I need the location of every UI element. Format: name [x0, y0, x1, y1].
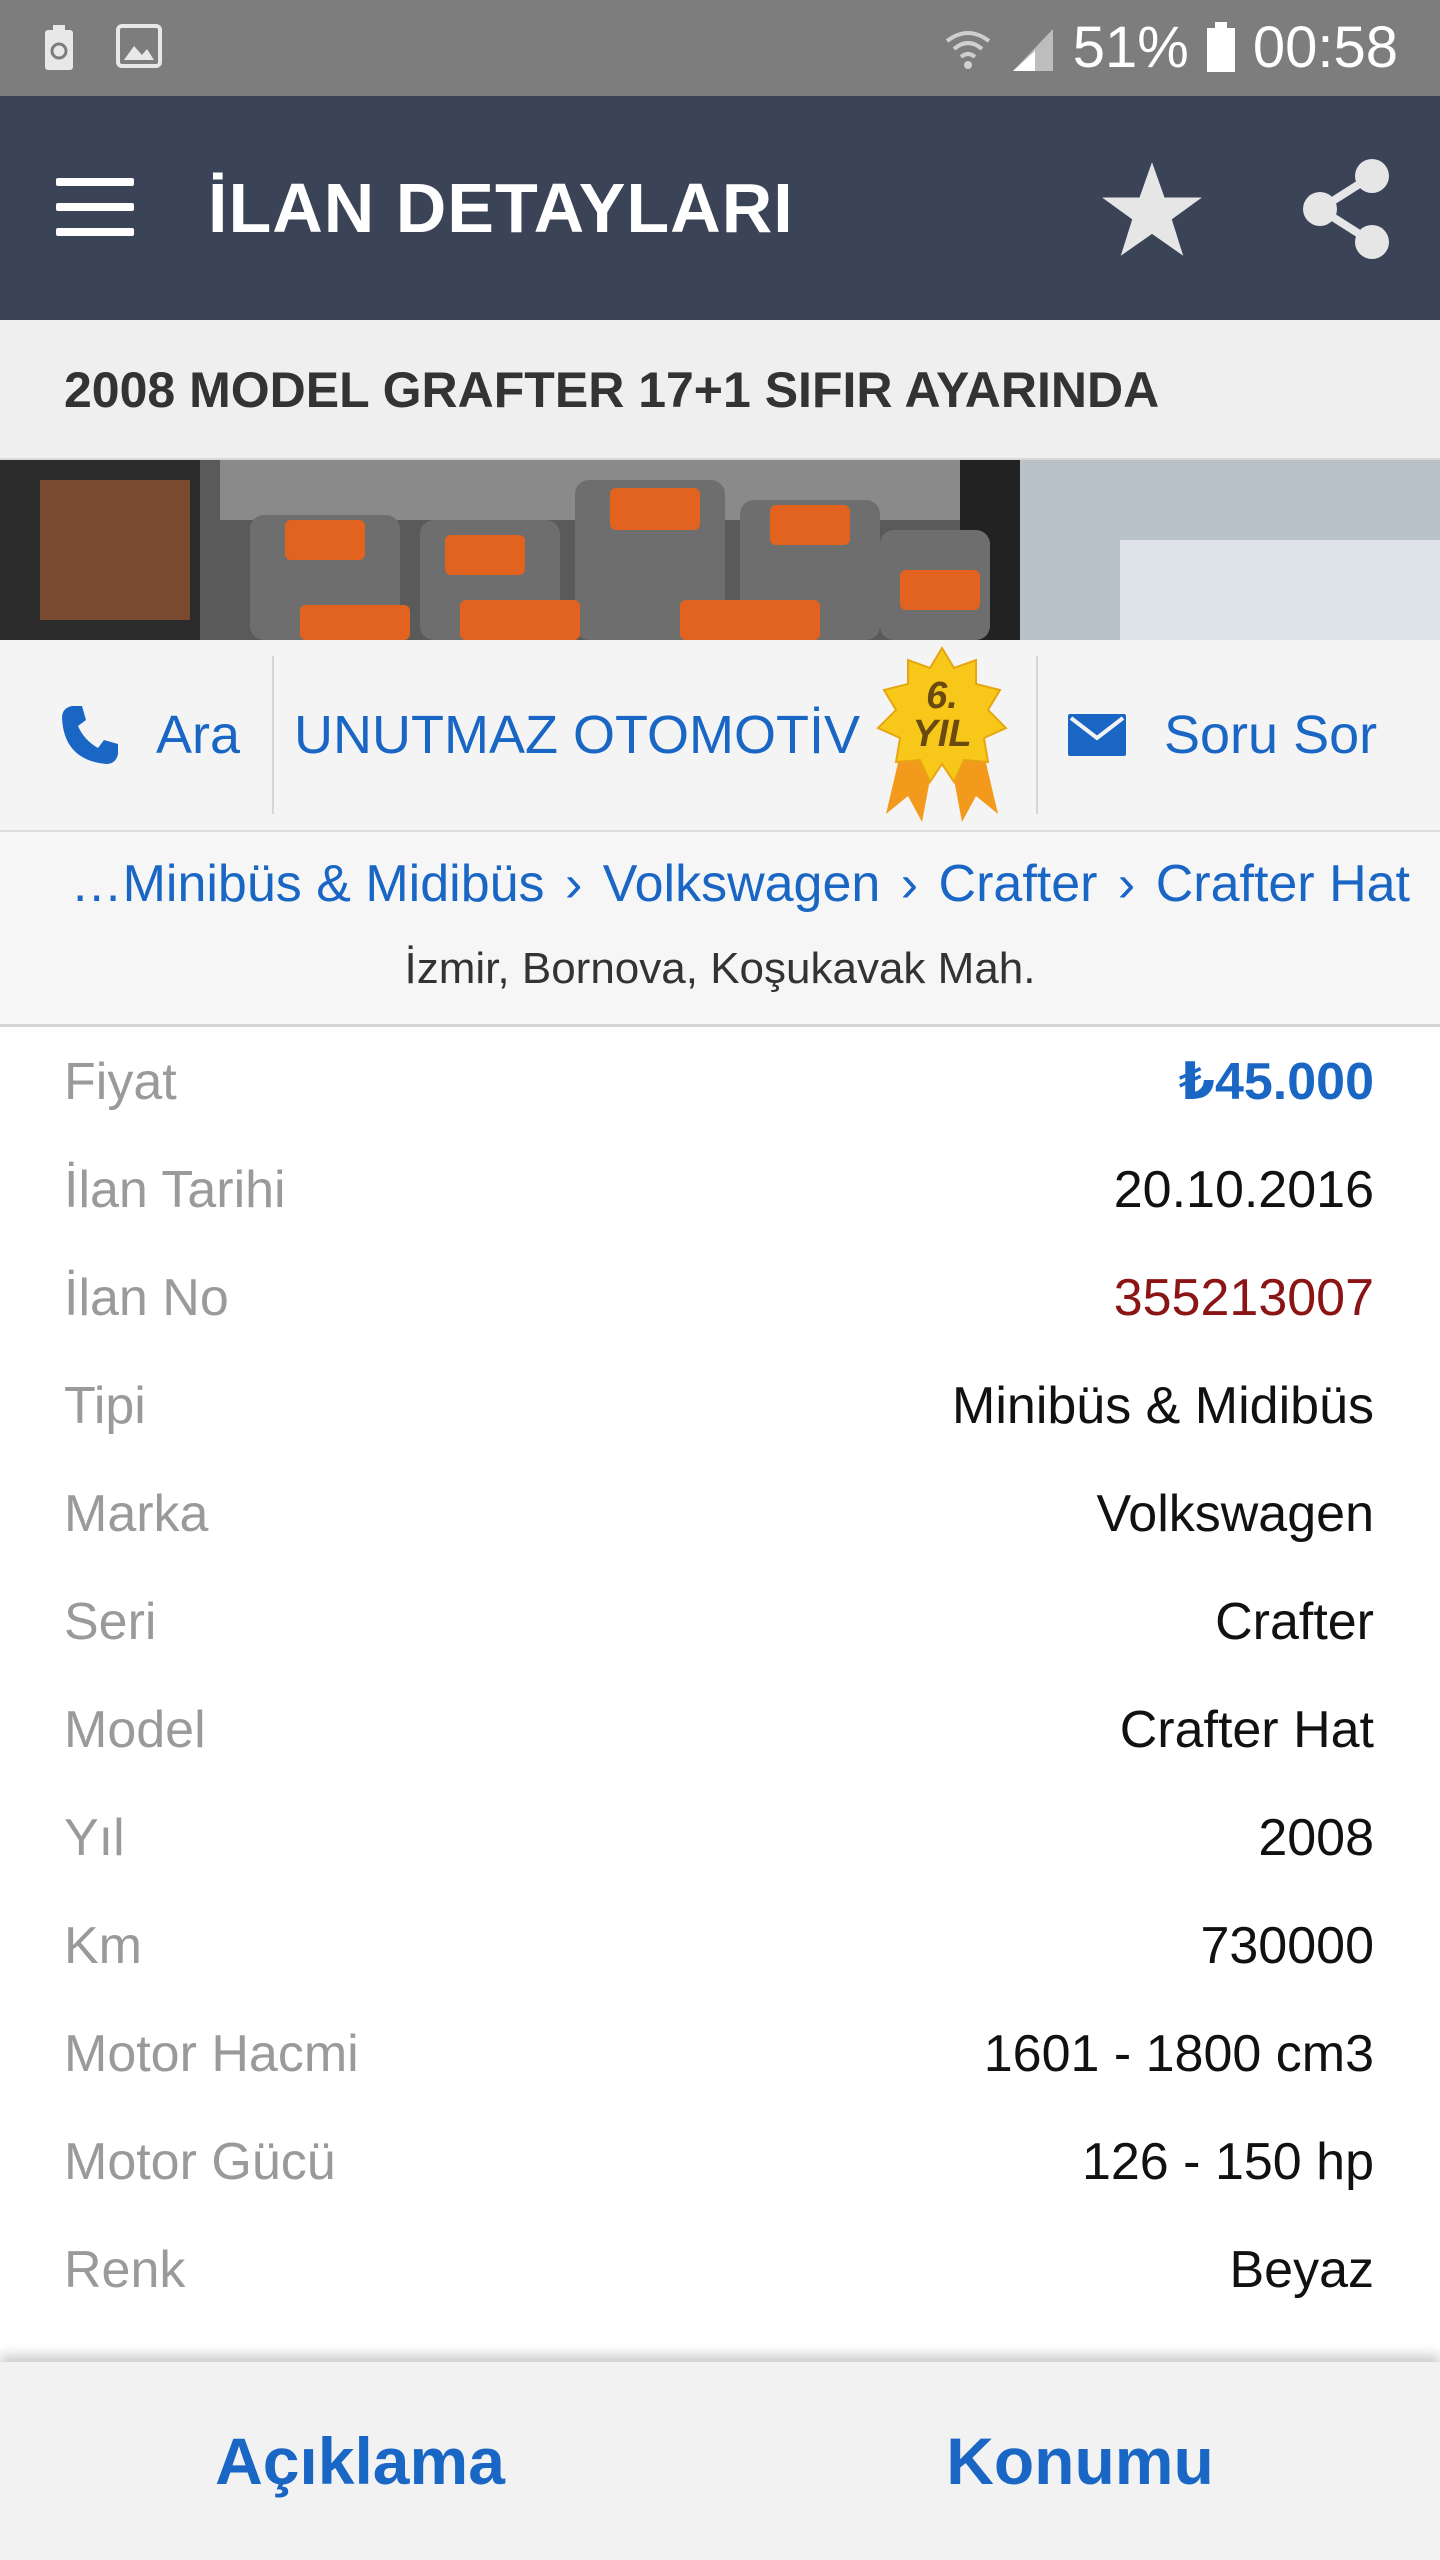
breadcrumb-separator: › — [565, 855, 583, 913]
detail-row-brand: Marka Volkswagen — [0, 1462, 1440, 1570]
detail-row-engine-power: Motor Gücü 126 - 150 hp — [0, 2110, 1440, 2218]
location-text: İzmir, Bornova, Koşukavak Mah. — [404, 944, 1036, 993]
breadcrumb-area: …Minibüs & Midibüs › Volkswagen › Crafte… — [0, 832, 1440, 1027]
description-tab[interactable]: Açıklama — [0, 2362, 720, 2560]
detail-value: Crafter Hat — [1119, 1701, 1374, 1759]
share-icon[interactable] — [1296, 156, 1394, 262]
detail-value: 2008 — [1258, 1809, 1374, 1867]
ask-question-button[interactable]: Soru Sor — [1068, 640, 1377, 830]
call-label: Ara — [156, 705, 241, 765]
phone-icon — [62, 706, 118, 764]
detail-label: Tipi — [64, 1377, 146, 1435]
detail-label: İlan Tarihi — [64, 1161, 286, 1219]
detail-label: Marka — [64, 1485, 209, 1543]
detail-label: Fiyat — [64, 1053, 177, 1111]
battery-saver-icon — [45, 25, 73, 70]
detail-label: Motor Hacmi — [64, 2025, 359, 2083]
signal-icon — [1012, 29, 1053, 71]
detail-value: 20.10.2016 — [1113, 1161, 1374, 1219]
detail-row-km: Km 730000 — [0, 1894, 1440, 2002]
battery-percent: 51% — [1072, 15, 1189, 80]
battery-icon — [1206, 22, 1235, 72]
clock: 00:58 — [1252, 15, 1398, 80]
membership-year-badge-icon: 6. YIL — [876, 646, 1008, 822]
badge-line-1: 6. — [926, 675, 958, 717]
detail-label: İlan No — [64, 1269, 229, 1327]
detail-value: Minibüs & Midibüs — [952, 1377, 1374, 1435]
details-list: Fiyat ₺45.000 İlan Tarihi 20.10.2016 İla… — [0, 1030, 1440, 2326]
detail-row-type: Tipi Minibüs & Midibüs — [0, 1354, 1440, 1462]
detail-row-model: Model Crafter Hat — [0, 1678, 1440, 1786]
menu-icon[interactable] — [56, 178, 134, 238]
breadcrumb-item[interactable]: Volkswagen — [603, 855, 881, 913]
listing-photo[interactable] — [0, 460, 1440, 640]
detail-value: Crafter — [1215, 1593, 1374, 1651]
detail-value: Volkswagen — [1096, 1485, 1374, 1543]
star-icon[interactable] — [1100, 158, 1204, 262]
detail-label: Seri — [64, 1593, 157, 1651]
breadcrumb-item[interactable]: Crafter — [939, 855, 1098, 913]
detail-row-engine-volume: Motor Hacmi 1601 - 1800 cm3 — [0, 2002, 1440, 2110]
detail-value: 1601 - 1800 cm3 — [983, 2025, 1374, 2083]
detail-row-date: İlan Tarihi 20.10.2016 — [0, 1138, 1440, 1246]
detail-row-year: Yıl 2008 — [0, 1786, 1440, 1894]
divider — [272, 656, 274, 814]
detail-value: 126 - 150 hp — [1081, 2133, 1374, 2191]
dealer-name: UNUTMAZ OTOMOTİV — [294, 705, 860, 765]
detail-label: Motor Gücü — [64, 2133, 336, 2191]
detail-value: Beyaz — [1229, 2241, 1374, 2299]
page-title: İLAN DETAYLARI — [208, 169, 794, 247]
breadcrumb-item[interactable]: …Minibüs & Midibüs — [71, 855, 545, 913]
app-bar: İLAN DETAYLARI — [0, 96, 1440, 320]
detail-row-color: Renk Beyaz — [0, 2218, 1440, 2326]
detail-value-price: ₺45.000 — [1178, 1053, 1374, 1111]
detail-label: Yıl — [64, 1809, 125, 1867]
badge-line-2: YIL — [912, 713, 971, 755]
detail-label: Km — [64, 1917, 142, 1975]
breadcrumb-item[interactable]: Crafter Hat — [1156, 855, 1410, 913]
breadcrumb-separator: › — [900, 855, 919, 913]
ask-question-label: Soru Sor — [1164, 705, 1378, 765]
listing-title: 2008 MODEL GRAFTER 17+1 SIFIR AYARINDA — [0, 320, 1440, 460]
detail-row-listing-no: İlan No 355213007 — [0, 1246, 1440, 1354]
divider — [1036, 656, 1038, 814]
bottom-tab-bar: Açıklama Konumu — [0, 2362, 1440, 2560]
detail-label: Model — [64, 1701, 206, 1759]
breadcrumb: …Minibüs & Midibüs › Volkswagen › Crafte… — [30, 854, 1410, 914]
breadcrumb-separator: › — [1117, 855, 1136, 913]
action-row: Ara UNUTMAZ OTOMOTİV Soru Sor — [0, 640, 1440, 832]
status-bar: 51% 00:58 — [0, 0, 1440, 96]
wifi-icon — [945, 31, 990, 69]
detail-label: Renk — [64, 2241, 186, 2299]
dealer-link[interactable]: UNUTMAZ OTOMOTİV — [294, 640, 860, 830]
detail-row-price: Fiyat ₺45.000 — [0, 1030, 1440, 1138]
mail-icon — [1068, 714, 1126, 756]
detail-value: 730000 — [1200, 1917, 1374, 1975]
call-button[interactable]: Ara — [60, 640, 240, 830]
detail-row-series: Seri Crafter — [0, 1570, 1440, 1678]
image-icon — [116, 24, 162, 68]
bus-interior-image — [0, 460, 1440, 640]
detail-value-listing-no: 355213007 — [1113, 1269, 1374, 1327]
location-tab[interactable]: Konumu — [720, 2362, 1440, 2560]
